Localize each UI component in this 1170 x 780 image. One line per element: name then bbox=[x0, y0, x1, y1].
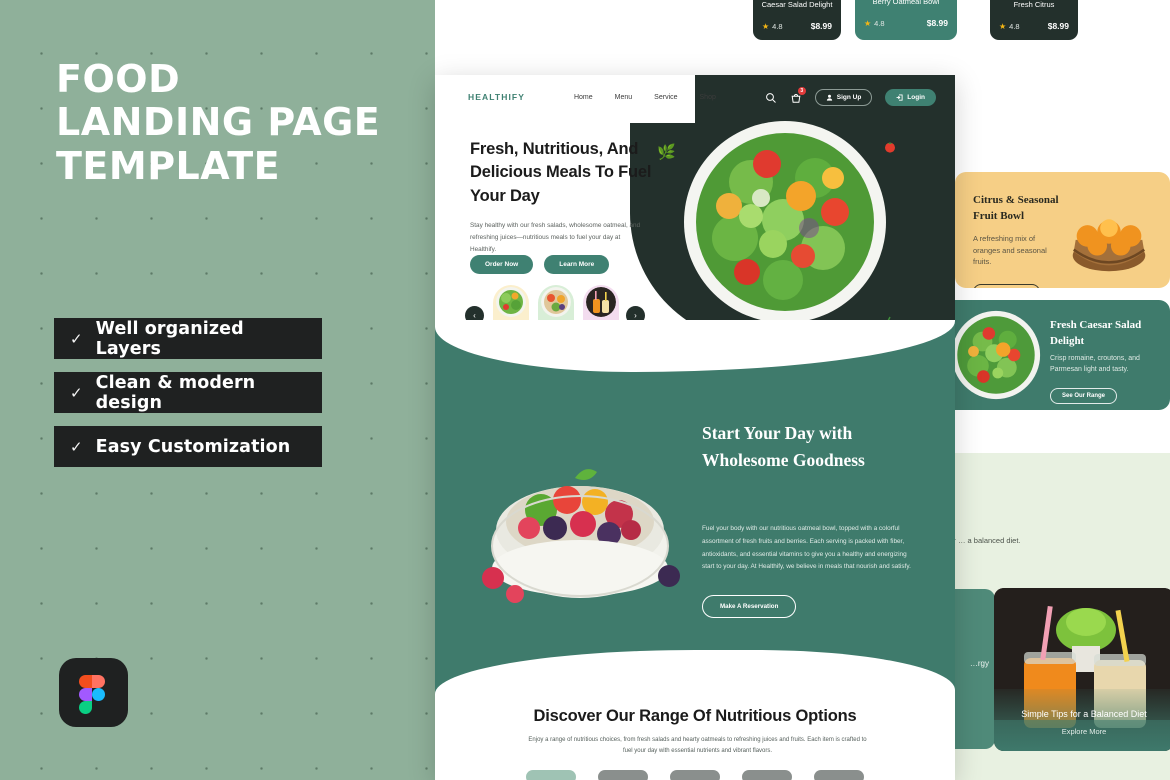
check-icon: ✓ bbox=[70, 437, 83, 456]
citrus-card-button-wrap: See Our Range bbox=[973, 280, 1041, 288]
promo-title-line-1: FOOD bbox=[56, 57, 181, 101]
promo-title-line-2: LANDING PAGE bbox=[56, 100, 381, 145]
food-card[interactable]: Caesar Salad Delight ★ 4.8 $8.99 bbox=[753, 0, 841, 40]
make-reservation-button[interactable]: Make A Reservation bbox=[702, 595, 797, 618]
rating-value: 4.8 bbox=[874, 18, 885, 28]
food-card-price: $8.99 bbox=[926, 18, 948, 28]
main-site-screenshot: HEALTHIFY Home Menu Service Shop 3 Sign … bbox=[435, 75, 955, 780]
orange-basket-image bbox=[1072, 219, 1146, 272]
filter-chip[interactable] bbox=[598, 770, 648, 780]
caesar-salad-image bbox=[951, 310, 1041, 400]
promo-panel: FOOD LANDING PAGE TEMPLATE ✓ Well organi… bbox=[0, 0, 435, 780]
star-icon: ★ bbox=[762, 21, 770, 31]
nav-actions: 3 Sign Up Login bbox=[765, 87, 936, 106]
citrus-promo-card[interactable]: Citrus & Seasonal Fruit Bowl A refreshin… bbox=[955, 172, 1170, 288]
juice-thumbnail bbox=[586, 287, 616, 317]
food-card-name: Fresh Citrus bbox=[1013, 0, 1055, 9]
login-button[interactable]: Login bbox=[885, 88, 936, 106]
food-card-meta: ★ 4.8 $8.99 bbox=[855, 18, 957, 28]
food-card-name: Berry Oatmeal Bowl bbox=[872, 0, 940, 6]
food-card-rating: ★ 4.8 bbox=[762, 22, 783, 31]
site-logo[interactable]: HEALTHIFY bbox=[468, 92, 525, 102]
see-our-range-button[interactable]: See Our Range bbox=[1050, 388, 1118, 404]
food-card-meta: ★ 4.8 $8.99 bbox=[753, 21, 841, 31]
citrus-card-title: Citrus & Seasonal Fruit Bowl bbox=[973, 194, 1059, 222]
filter-chip[interactable] bbox=[814, 770, 864, 780]
tip-card-title: Simple Tips for a Balanced Diet bbox=[1021, 709, 1147, 719]
user-icon bbox=[826, 94, 832, 101]
sign-up-label: Sign Up bbox=[836, 93, 862, 101]
search-icon[interactable] bbox=[765, 91, 777, 103]
feature-item: ✓ Clean & modern design bbox=[54, 372, 322, 413]
feature-label: Well organized Layers bbox=[95, 318, 244, 359]
check-icon: ✓ bbox=[70, 329, 83, 348]
hero-salad-plate-image bbox=[684, 121, 886, 323]
discover-paragraph: Enjoy a range of nutritious choices, fro… bbox=[528, 737, 867, 755]
learn-more-button[interactable]: Learn More bbox=[544, 255, 610, 274]
nav-links: Home Menu Service Shop bbox=[574, 94, 716, 101]
feature-list: ✓ Well organized Layers ✓ Clean & modern… bbox=[54, 318, 322, 480]
section-bottom-curve bbox=[435, 650, 955, 696]
caesar-card-desc: Crisp romaine, croutons, and Parmesan li… bbox=[1050, 355, 1140, 374]
feature-label: Easy Customization bbox=[95, 436, 291, 457]
category-filter-chips bbox=[435, 770, 955, 780]
food-card-price: $8.99 bbox=[1047, 21, 1069, 31]
food-card-rating: ★ 4.8 bbox=[999, 22, 1020, 31]
food-card[interactable]: Berry Oatmeal Bowl ★ 4.8 $8.99 bbox=[855, 0, 957, 40]
oatmeal-thumbnail bbox=[541, 287, 571, 317]
feature-item: ✓ Well organized Layers bbox=[54, 318, 322, 359]
screenshot-stage: Caesar Salad Delight ★ 4.8 $8.99 Berry O… bbox=[0, 0, 1170, 780]
tip-card-balanced-diet[interactable]: Simple Tips for a Balanced Diet Explore … bbox=[994, 588, 1170, 751]
sign-up-button[interactable]: Sign Up bbox=[814, 88, 873, 106]
filter-chip[interactable] bbox=[742, 770, 792, 780]
nav-link-menu[interactable]: Menu bbox=[615, 94, 633, 101]
wholesome-heading: Start Your Day with Wholesome Goodness bbox=[702, 423, 865, 471]
caesar-card-title: Fresh Caesar Salad Delight bbox=[1050, 319, 1142, 347]
hero-buttons: Order Now Learn More bbox=[470, 255, 610, 274]
explore-more-link[interactable]: Explore More bbox=[994, 727, 1170, 736]
page-title: FOOD LANDING PAGE TEMPLATE bbox=[56, 57, 406, 188]
food-card-meta: ★ 4.8 $8.99 bbox=[990, 21, 1078, 31]
food-card[interactable]: Fresh Citrus ★ 4.8 $8.99 bbox=[990, 0, 1078, 40]
rating-value: 4.8 bbox=[772, 21, 783, 31]
cart-icon[interactable]: 3 bbox=[790, 87, 806, 103]
food-card-price: $8.99 bbox=[810, 21, 832, 31]
background-food-card-row: Caesar Salad Delight ★ 4.8 $8.99 Berry O… bbox=[650, 0, 1170, 48]
caesar-promo-card[interactable]: Fresh Caesar Salad Delight Crisp romaine… bbox=[935, 300, 1170, 410]
tomato-decoration-icon bbox=[885, 142, 895, 153]
discover-heading: Discover Our Range Of Nutritious Options bbox=[533, 707, 857, 725]
cart-count-badge: 3 bbox=[797, 87, 806, 95]
star-icon: ★ bbox=[999, 21, 1007, 31]
figma-logo-icon bbox=[59, 658, 128, 727]
food-card-rating: ★ 4.8 bbox=[864, 19, 885, 28]
wholesome-paragraph: Fuel your body with our nutritious oatme… bbox=[702, 525, 911, 571]
login-arrow-icon bbox=[896, 93, 903, 101]
login-label: Login bbox=[907, 93, 925, 101]
order-now-button[interactable]: Order Now bbox=[470, 255, 534, 274]
section-top-curve bbox=[435, 320, 955, 372]
citrus-card-desc: A refreshing mix of oranges and seasonal… bbox=[973, 234, 1047, 267]
nav-link-shop[interactable]: Shop bbox=[700, 94, 716, 101]
feature-item: ✓ Easy Customization bbox=[54, 426, 322, 467]
promo-title-line-3: TEMPLATE bbox=[56, 143, 281, 188]
filter-chip-active[interactable] bbox=[526, 770, 576, 780]
salad-thumbnail bbox=[496, 287, 526, 317]
nav-link-home[interactable]: Home bbox=[574, 94, 593, 101]
check-icon: ✓ bbox=[70, 383, 83, 402]
herb-leaf-icon: 🌿 bbox=[657, 144, 676, 161]
star-icon: ★ bbox=[864, 18, 872, 28]
nav-link-service[interactable]: Service bbox=[654, 94, 677, 101]
tip-card-overlay bbox=[994, 689, 1170, 751]
hero-heading: Fresh, Nutritious, And Delicious Meals T… bbox=[470, 140, 652, 205]
see-our-range-button[interactable]: See Our Range bbox=[973, 284, 1041, 288]
site-navbar: HEALTHIFY Home Menu Service Shop 3 Sign … bbox=[435, 75, 955, 119]
food-card-name: Caesar Salad Delight bbox=[761, 0, 833, 9]
rating-value: 4.8 bbox=[1009, 21, 1020, 31]
oatmeal-bowl-image bbox=[482, 469, 680, 603]
caesar-card-button-wrap: See Our Range bbox=[1050, 384, 1118, 404]
filter-chip[interactable] bbox=[670, 770, 720, 780]
hero-paragraph: Stay healthy with our fresh salads, whol… bbox=[470, 222, 641, 253]
feature-label: Clean & modern design bbox=[95, 372, 256, 413]
